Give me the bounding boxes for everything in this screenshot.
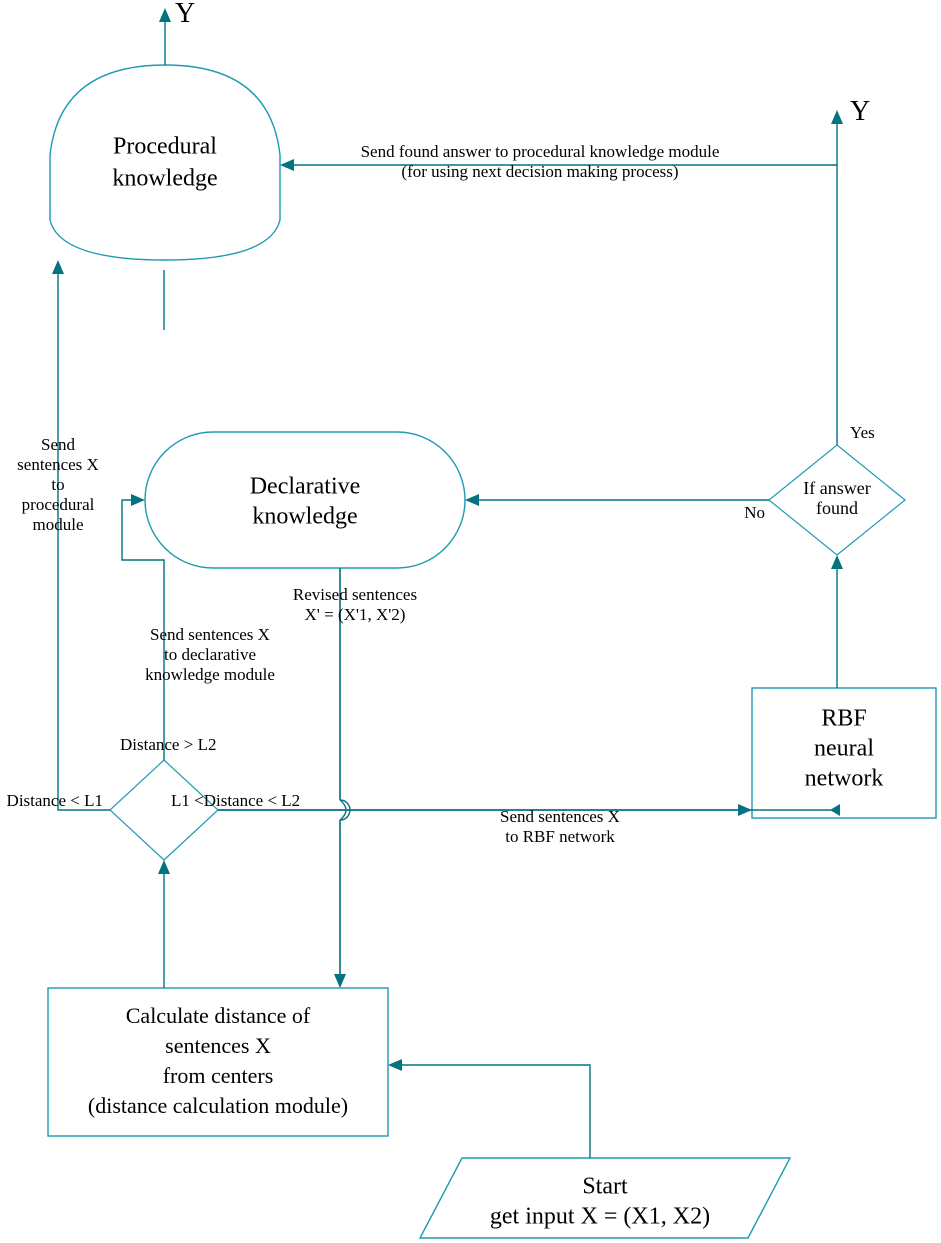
arrow-diamond-rbf2 — [738, 804, 752, 816]
edge-diamond-to-procedural — [58, 270, 110, 810]
label-sendproc-4: module — [33, 515, 84, 534]
text-rbf-1: RBF — [821, 706, 866, 732]
label-no: No — [744, 503, 765, 522]
arrow-no-declarative — [465, 494, 479, 506]
label-sendfound-2: (for using next decision making process) — [401, 162, 678, 181]
edge-start-to-calc — [398, 1065, 590, 1158]
node-declarative — [145, 432, 465, 568]
arrow-send-found — [280, 159, 294, 171]
text-calc-4: (distance calculation module) — [88, 1093, 348, 1118]
text-answer-2: found — [816, 498, 858, 518]
text-declarative-1: Declarative — [250, 474, 361, 500]
label-dist-mid: L1 <Distance < L2 — [171, 791, 300, 810]
node-decision-distance — [110, 760, 218, 860]
label-revised-0: Revised sentences — [293, 585, 417, 604]
label-revised-1: X' = (X'1, X'2) — [305, 605, 406, 624]
label-dist-gt: Distance > L2 — [120, 735, 216, 754]
text-calc-1: Calculate distance of — [126, 1003, 311, 1028]
text-answer-1: If answer — [803, 478, 870, 498]
label-sendproc-2: to — [51, 475, 64, 494]
node-procedural — [50, 65, 280, 260]
label-yes: Yes — [850, 423, 875, 442]
label-senddecl-0: Send sentences X — [150, 625, 270, 644]
text-rbf-3: network — [805, 766, 884, 792]
text-rbf-2: neural — [814, 736, 874, 762]
arrow-answer-y — [831, 110, 843, 124]
edge-declarative-down — [340, 568, 350, 978]
text-calc-2: sentences X — [165, 1033, 271, 1058]
text-start-2: get input X = (X1, X2) — [490, 1204, 710, 1230]
label-y1: Y — [175, 0, 195, 29]
label-sendproc-0: Send — [41, 435, 76, 454]
text-procedural-2: knowledge — [112, 166, 217, 192]
arrow-diamond-procedural — [52, 260, 64, 274]
label-senddecl-1: to declarative — [164, 645, 256, 664]
arrow-diamond-rbf — [830, 804, 840, 816]
arrow-diamond-declarative — [131, 494, 145, 506]
label-sendfound-1: Send found answer to procedural knowledg… — [361, 142, 720, 161]
arrow-rbf-answer — [831, 555, 843, 569]
text-start-1: Start — [582, 1174, 628, 1200]
label-senddecl-2: knowledge module — [145, 665, 275, 684]
label-sendrbf-1: to RBF network — [505, 827, 615, 846]
label-sendproc-3: procedural — [22, 495, 95, 514]
label-sendproc-1: sentences X — [17, 455, 99, 474]
text-calc-3: from centers — [163, 1063, 274, 1088]
label-y2: Y — [850, 96, 870, 127]
text-procedural-1: Procedural — [113, 134, 217, 160]
text-declarative-2: knowledge — [252, 504, 357, 530]
arrow-procedural-y — [159, 8, 171, 22]
arrow-calc-diamond — [158, 860, 170, 874]
arrow-start-calc — [388, 1059, 402, 1071]
label-dist-lt: Distance < L1 — [7, 791, 103, 810]
label-sendrbf-0: Send sentences X — [500, 807, 620, 826]
